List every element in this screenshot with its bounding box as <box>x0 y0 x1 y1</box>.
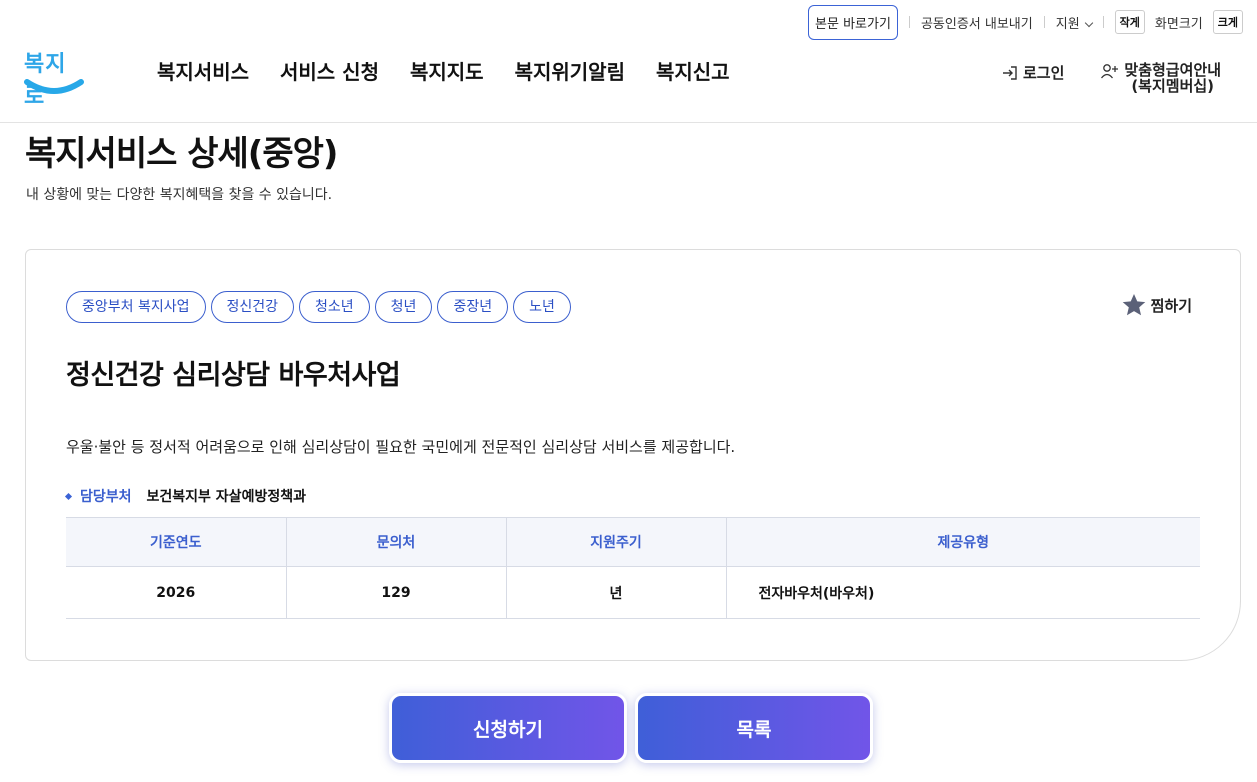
list-button[interactable]: 목록 <box>635 693 873 763</box>
nav-item-welfare-service[interactable]: 복지서비스 <box>157 56 249 85</box>
user-add-icon <box>1101 64 1119 79</box>
tag[interactable]: 정신건강 <box>210 291 295 323</box>
nav-item-welfare-report[interactable]: 복지신고 <box>656 56 730 85</box>
chevron-down-icon <box>1084 18 1093 27</box>
favorite-button[interactable]: 찜하기 <box>1121 292 1192 318</box>
service-info-table: 기준연도 문의처 지원주기 제공유형 2026 129 년 전자바우처(바우처) <box>66 517 1200 619</box>
column-header: 지원주기 <box>505 517 726 567</box>
tag[interactable]: 중앙부처 복지사업 <box>66 291 206 323</box>
tag[interactable]: 노년 <box>513 291 571 323</box>
membership-link[interactable]: 맞춤형급여안내 (복지멤버십) <box>1100 62 1221 94</box>
membership-label-line2: (복지멤버십) <box>1131 77 1215 95</box>
header-actions: 로그인 맞춤형급여안내 (복지멤버십) <box>1001 62 1221 94</box>
nav-item-crisis-alert[interactable]: 복지위기알림 <box>515 56 625 85</box>
star-icon <box>1122 293 1145 316</box>
site-logo[interactable]: 복지로 <box>24 46 84 109</box>
support-menu[interactable]: 지원 <box>1055 13 1093 32</box>
table-cell: 129 <box>285 566 506 619</box>
column-header: 제공유형 <box>725 517 1200 567</box>
support-label: 지원 <box>1055 16 1080 32</box>
apply-button[interactable]: 신청하기 <box>389 693 627 763</box>
divider <box>1102 16 1104 28</box>
divider <box>1043 16 1045 28</box>
page-description: 내 상황에 맞는 다양한 복지혜택을 찾을 수 있습니다. <box>26 187 333 203</box>
service-title: 정신건강 심리상담 바우처사업 <box>66 360 401 391</box>
smile-logo-icon <box>24 79 84 94</box>
favorite-label: 찜하기 <box>1150 296 1192 315</box>
action-buttons: 신청하기 목록 <box>389 693 873 763</box>
category-tags: 중앙부처 복지사업 정신건강 청소년 청년 중장년 노년 <box>66 291 571 323</box>
column-header: 문의처 <box>285 517 506 567</box>
font-small-button[interactable]: 작게 <box>1114 10 1145 34</box>
table-row: 2026 129 년 전자바우처(바우처) <box>66 566 1200 619</box>
font-size-label: 화면크기 <box>1154 16 1203 32</box>
table-cell: 전자바우처(바우처) <box>725 566 1200 619</box>
table-cell: 2026 <box>66 566 286 619</box>
nav-item-service-apply[interactable]: 서비스 신청 <box>280 56 379 85</box>
service-summary: 우울·불안 등 정서적 어려움으로 인해 심리상담이 필요한 국민에게 전문적인… <box>66 438 736 456</box>
department-label: 담당부처 <box>80 489 132 505</box>
login-icon <box>1002 65 1017 80</box>
column-header: 기준연도 <box>66 517 286 567</box>
login-label: 로그인 <box>1022 64 1065 82</box>
utility-bar: 본문 바로가기 공동인증서 내보내기 지원 작게 화면크기 크게 <box>808 4 1243 40</box>
table-header-row: 기준연도 문의처 지원주기 제공유형 <box>66 517 1200 567</box>
skip-to-content-link[interactable]: 본문 바로가기 <box>808 4 898 40</box>
font-large-button[interactable]: 크게 <box>1212 10 1243 34</box>
tag[interactable]: 중장년 <box>437 291 509 323</box>
service-detail-card: 중앙부처 복지사업 정신건강 청소년 청년 중장년 노년 찜하기 정신건강 심리… <box>25 249 1241 661</box>
page-title: 복지서비스 상세(중앙) <box>25 134 338 174</box>
membership-label: 맞춤형급여안내 (복지멤버십) <box>1124 62 1221 94</box>
bullet-icon <box>64 492 73 500</box>
department-info: 담당부처 보건복지부 자살예방정책과 <box>64 486 306 506</box>
header-divider <box>0 122 1257 123</box>
divider <box>908 16 910 28</box>
main-nav: 복지서비스 서비스 신청 복지지도 복지위기알림 복지신고 <box>157 56 761 85</box>
nav-item-welfare-map[interactable]: 복지지도 <box>410 56 484 85</box>
table-cell: 년 <box>505 566 726 619</box>
tag[interactable]: 청년 <box>374 291 433 323</box>
cert-export-link[interactable]: 공동인증서 내보내기 <box>921 13 1033 32</box>
tag[interactable]: 청소년 <box>299 291 370 323</box>
login-link[interactable]: 로그인 <box>1001 62 1064 83</box>
department-value: 보건복지부 자살예방정책과 <box>146 489 306 505</box>
